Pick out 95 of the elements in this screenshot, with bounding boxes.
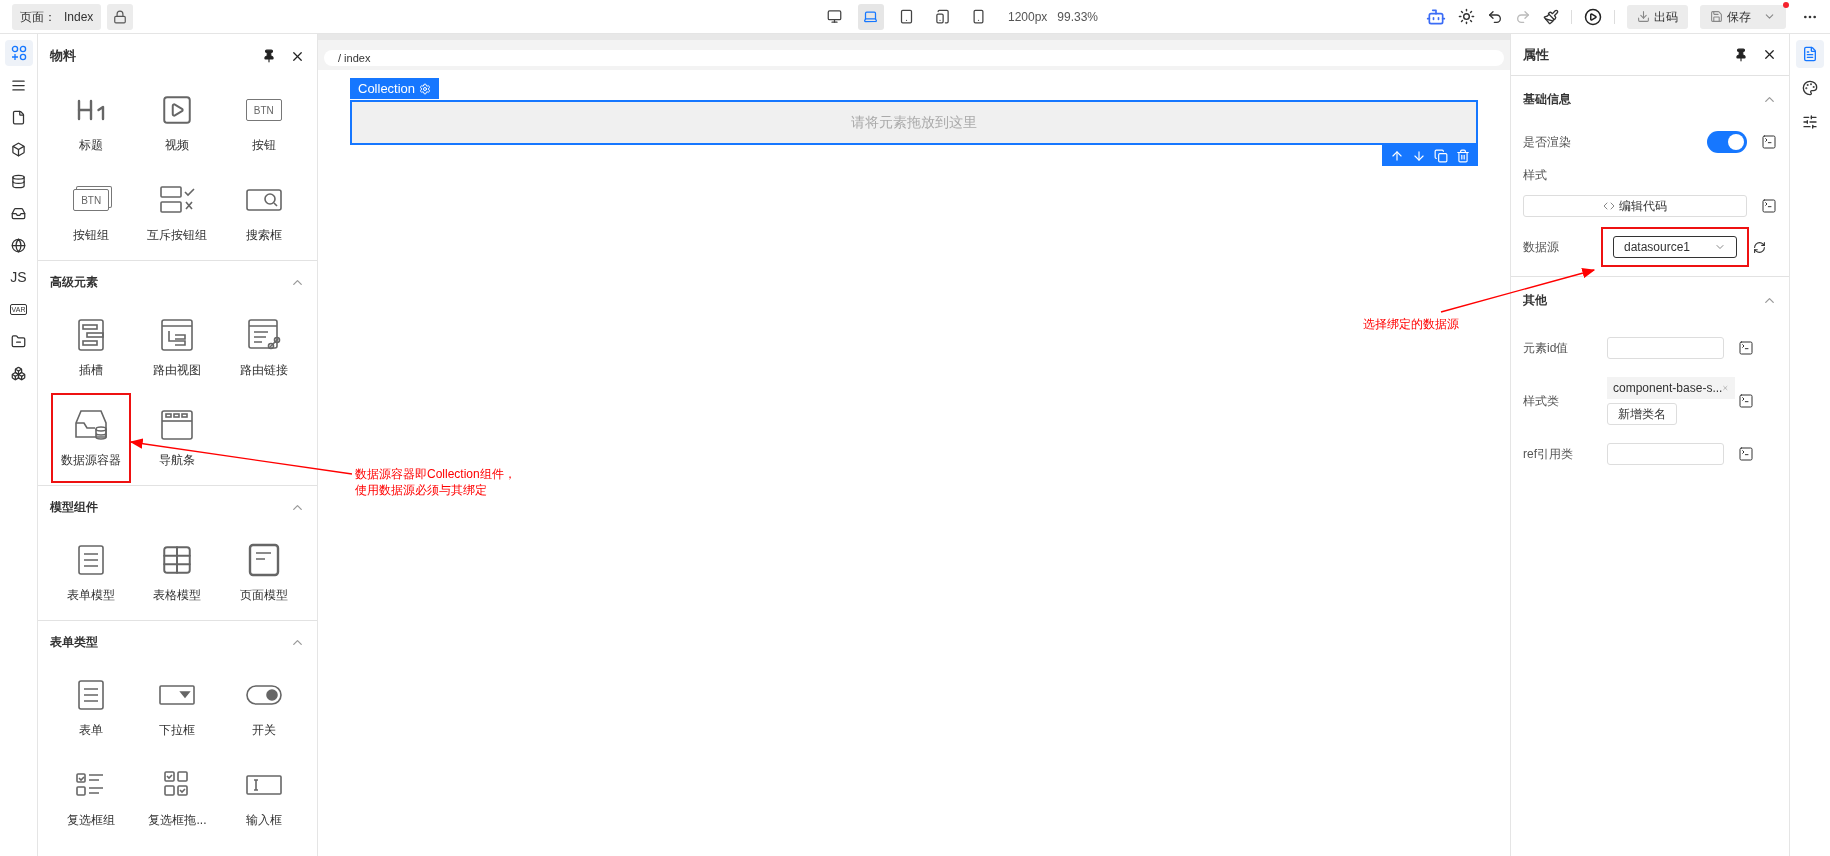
section-header[interactable]: 表单类型 xyxy=(38,621,317,663)
page-name: Index xyxy=(64,8,94,26)
rail-icon xyxy=(11,205,26,221)
component-item[interactable]: 搜索框 xyxy=(223,168,304,258)
device-icon xyxy=(971,9,987,24)
lock-icon xyxy=(113,9,128,24)
class-tag: component-base-s... xyxy=(1607,377,1735,399)
field-label: 样式 xyxy=(1523,167,1548,184)
download-icon xyxy=(1637,10,1650,23)
component-item[interactable]: 导航条 xyxy=(137,393,218,483)
component-item[interactable]: 表单模型 xyxy=(51,528,132,618)
component-item[interactable]: 输入框 xyxy=(223,753,304,843)
edit-code-button[interactable]: 编辑代码 xyxy=(1523,195,1747,217)
field-label: ref引用类 xyxy=(1523,446,1574,463)
breadcrumb-bar: / index xyxy=(324,50,1504,66)
device-icon xyxy=(827,9,843,24)
rail-icon xyxy=(11,109,26,125)
component-item[interactable]: 互斥按钮组 xyxy=(137,168,218,258)
save-button[interactable]: 保存 xyxy=(1700,4,1786,29)
pin-icon[interactable] xyxy=(1734,47,1748,62)
field-label: 数据源 xyxy=(1523,239,1560,256)
section-header[interactable]: 模型组件 xyxy=(38,486,317,528)
component-item[interactable]: 下拉框 xyxy=(137,663,218,753)
rail-icon xyxy=(11,141,26,157)
panel-icon xyxy=(1802,80,1818,96)
panel-title: 属性 xyxy=(1523,45,1550,64)
component-item[interactable]: 表格模型 xyxy=(137,528,218,618)
component-item[interactable]: 标题 xyxy=(51,78,132,168)
section-header[interactable]: 高级元素 xyxy=(38,261,317,303)
move-down-icon[interactable] xyxy=(1412,148,1426,163)
component-item[interactable]: 表单 xyxy=(51,663,132,753)
section-header[interactable]: 基础信息 xyxy=(1523,76,1777,122)
terminal-icon[interactable] xyxy=(1761,134,1777,150)
text-input[interactable] xyxy=(1607,443,1724,465)
panel-icon xyxy=(1802,46,1818,62)
terminal-icon[interactable] xyxy=(1738,393,1754,409)
field-label: 是否渲染 xyxy=(1523,134,1572,151)
component-item[interactable]: BTN 按钮组 xyxy=(51,168,132,258)
width-readout: 1200px xyxy=(1007,8,1048,26)
rail-icon xyxy=(11,365,26,381)
lock-button[interactable] xyxy=(107,3,134,30)
export-button[interactable]: 出码 xyxy=(1627,4,1688,29)
datasource-select[interactable]: datasource1 xyxy=(1613,236,1737,258)
component-tag[interactable]: Collection xyxy=(350,78,440,100)
component-item[interactable]: 数据源容器 xyxy=(51,393,132,483)
panel-title: 物料 xyxy=(50,47,77,66)
components-icon xyxy=(10,45,27,61)
page-selector[interactable]: 页面： Index xyxy=(12,3,102,30)
device-icon xyxy=(863,9,879,24)
refresh-icon[interactable] xyxy=(1753,240,1766,254)
annotation-text: 数据源容器即Collection组件， 使用数据源必须与其绑定 xyxy=(355,466,516,498)
preview-icon[interactable] xyxy=(1584,7,1602,26)
component-item[interactable]: 视频 xyxy=(137,78,218,168)
terminal-icon[interactable] xyxy=(1738,446,1754,462)
annotation-text: 选择绑定的数据源 xyxy=(1363,316,1459,332)
rail-icon xyxy=(11,237,26,253)
panel-icon xyxy=(1802,114,1818,130)
button-icon: BTN xyxy=(245,99,282,121)
component-item[interactable]: 页面模型 xyxy=(223,528,304,618)
render-switch[interactable] xyxy=(1707,131,1747,153)
terminal-icon[interactable] xyxy=(1738,340,1754,356)
settings-icon[interactable] xyxy=(419,82,432,95)
code-icon xyxy=(1603,200,1615,212)
button-icon: BTN xyxy=(73,189,110,211)
theme-icon[interactable] xyxy=(1458,8,1475,25)
component-item[interactable]: 插槽 xyxy=(51,303,132,393)
zoom-readout: 99.33% xyxy=(1057,8,1099,26)
delete-icon[interactable] xyxy=(1456,148,1470,163)
save-icon xyxy=(1710,10,1723,23)
clean-icon[interactable] xyxy=(1543,8,1559,25)
page-label: 页面： xyxy=(20,8,56,26)
component-item[interactable]: 复选框拖... xyxy=(137,753,218,843)
rail-button[interactable]: JS xyxy=(4,264,33,290)
field-label: 样式类 xyxy=(1523,393,1560,410)
terminal-icon[interactable] xyxy=(1761,198,1777,214)
copy-icon[interactable] xyxy=(1434,148,1448,163)
undo-icon[interactable] xyxy=(1487,8,1503,25)
close-icon[interactable] xyxy=(1762,47,1777,62)
rail-icon xyxy=(11,333,26,349)
component-item[interactable]: 开关 xyxy=(223,663,304,753)
add-class-button[interactable]: 新增类名 xyxy=(1607,403,1677,425)
rail-icon xyxy=(11,77,26,93)
device-icon xyxy=(935,9,951,24)
move-up-icon[interactable] xyxy=(1390,148,1404,163)
section-header[interactable]: 其他 xyxy=(1523,277,1777,323)
component-item[interactable]: 复选框组 xyxy=(51,753,132,843)
pin-icon[interactable] xyxy=(262,49,276,63)
field-label: 元素id值 xyxy=(1523,340,1570,357)
component-item[interactable]: 路由视图 xyxy=(137,303,218,393)
device-button[interactable] xyxy=(857,3,884,30)
text-input[interactable] xyxy=(1607,337,1724,359)
component-item[interactable]: 路由链接 xyxy=(223,303,304,393)
device-icon xyxy=(899,9,915,24)
rail-icon xyxy=(11,173,26,189)
component-item[interactable]: BTN 按钮 xyxy=(223,78,304,168)
